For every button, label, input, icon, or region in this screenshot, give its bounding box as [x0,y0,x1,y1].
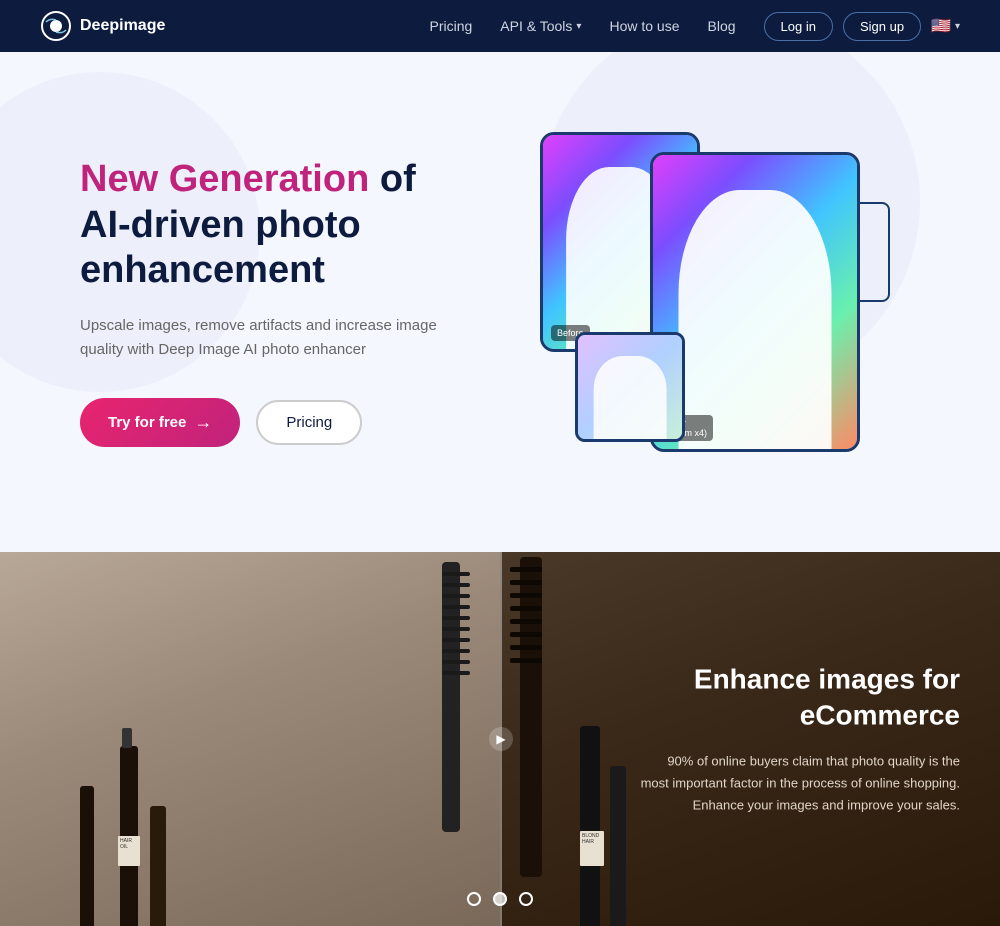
divider-arrow-icon: ▶ [489,727,513,751]
pricing-button[interactable]: Pricing [256,400,362,445]
hero-subtitle: Upscale images, remove artifacts and inc… [80,314,440,362]
logo-icon [40,10,72,42]
nav-blog-link[interactable]: Blog [708,18,736,34]
arrow-right-icon: → [194,412,212,433]
photo-card-small [575,332,685,442]
carousel-dot-1[interactable] [467,892,481,906]
nav-api-tools-link[interactable]: API & Tools ▾ [500,18,581,34]
try-free-button[interactable]: Try for free → [80,398,240,447]
hero-section: New Generation ofAI-driven photoenhancem… [0,52,1000,552]
flag-icon: 🇺🇸 [931,16,951,36]
logo-text: Deepimage [80,17,165,35]
hero-right-images: Before After (zoom x4) [500,112,920,492]
nav-pricing-link[interactable]: Pricing [430,18,473,34]
carousel-dots [467,892,533,906]
lang-chevron-icon: ▾ [955,21,960,32]
signup-button[interactable]: Sign up [843,12,921,41]
hero-title: New Generation ofAI-driven photoenhancem… [80,157,500,294]
language-selector[interactable]: 🇺🇸 ▾ [931,16,960,36]
ecommerce-left-image: HAIR OIL [0,552,500,926]
nav-links: Pricing API & Tools ▾ How to use Blog [430,18,736,34]
nav-actions: Log in Sign up 🇺🇸 ▾ [764,12,960,41]
carousel-dot-3[interactable] [519,892,533,906]
ecommerce-section: HAIR OIL [0,552,1000,926]
hero-title-accent: New Generation [80,158,369,200]
ecommerce-description: 90% of online buyers claim that photo qu… [640,750,960,816]
hero-left-content: New Generation ofAI-driven photoenhancem… [80,157,500,447]
ecommerce-content: Enhance images for eCommerce 90% of onli… [640,661,960,816]
login-button[interactable]: Log in [764,12,833,41]
carousel-dot-2[interactable] [493,892,507,906]
navbar: Deepimage Pricing API & Tools ▾ How to u… [0,0,1000,52]
logo[interactable]: Deepimage [40,10,165,42]
api-tools-chevron-icon: ▾ [576,21,581,32]
ecommerce-divider: ▶ [500,552,502,926]
ecommerce-title: Enhance images for eCommerce [640,661,960,734]
photo-cards-container: Before After (zoom x4) [520,112,900,492]
nav-how-to-use-link[interactable]: How to use [609,18,679,34]
hero-buttons: Try for free → Pricing [80,398,500,447]
